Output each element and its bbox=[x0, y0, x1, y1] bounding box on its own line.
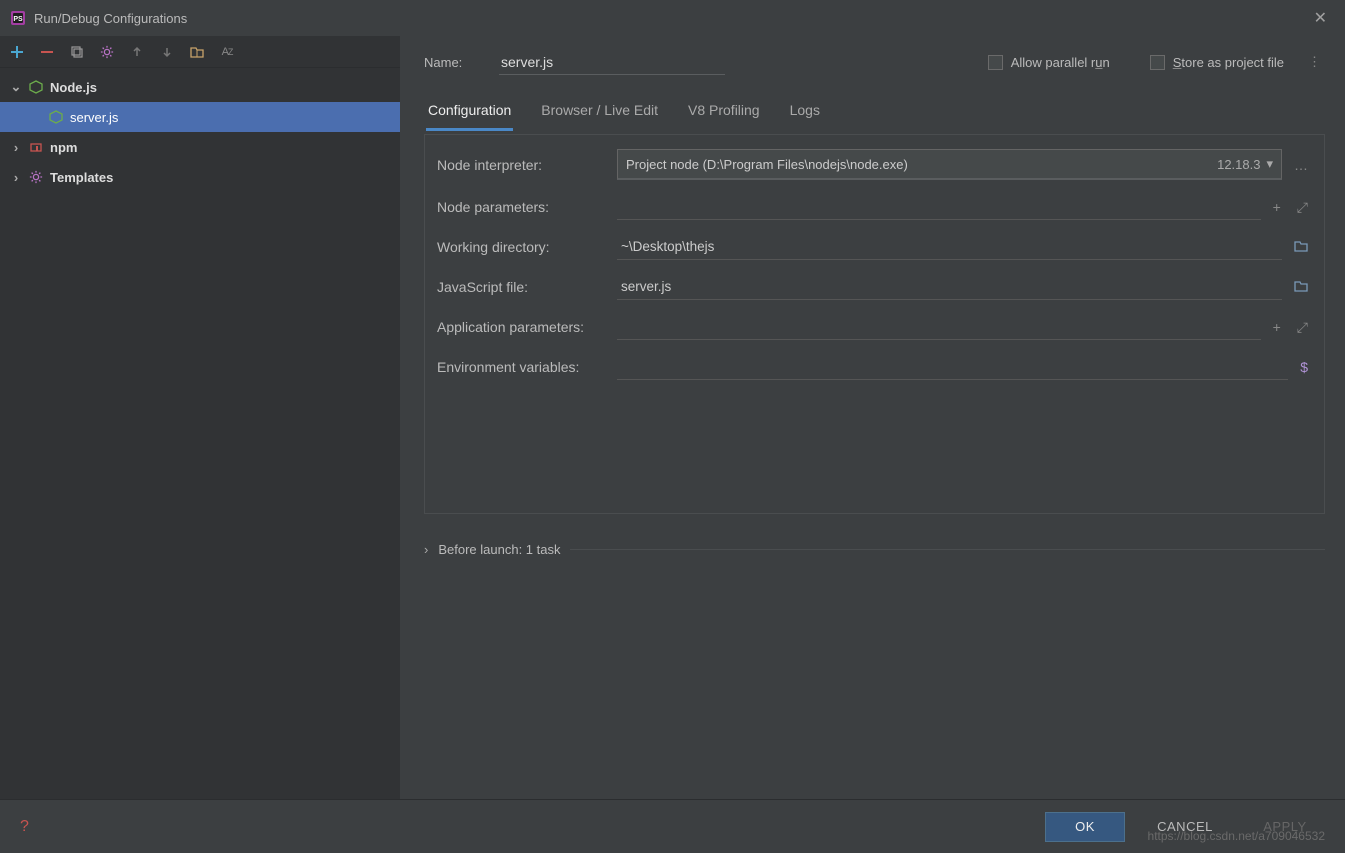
interpreter-label: Node interpreter: bbox=[437, 157, 617, 173]
browse-folder-icon[interactable] bbox=[1290, 237, 1312, 257]
add-param-icon[interactable]: + bbox=[1269, 197, 1285, 217]
nodejs-icon bbox=[28, 79, 44, 95]
ok-button[interactable]: OK bbox=[1045, 812, 1125, 842]
interpreter-version: 12.18.3 bbox=[1217, 157, 1260, 172]
workdir-label: Working directory: bbox=[437, 239, 617, 255]
checkbox-icon bbox=[1150, 55, 1165, 70]
interpreter-select[interactable]: Project node (D:\Program Files\nodejs\no… bbox=[617, 149, 1282, 180]
tree-label-nodejs: Node.js bbox=[50, 80, 97, 95]
tab-configuration[interactable]: Configuration bbox=[426, 92, 513, 131]
apply-button[interactable]: APPLY bbox=[1245, 812, 1325, 842]
gear-icon[interactable] bbox=[98, 43, 116, 61]
chevron-down-icon: ⌄ bbox=[10, 79, 22, 95]
add-icon[interactable] bbox=[8, 43, 26, 61]
sidebar: AZ ⌄ Node.js server.js › npm › Templates bbox=[0, 36, 400, 799]
app-icon: PS bbox=[10, 10, 26, 26]
parameters-label: Node parameters: bbox=[437, 199, 617, 215]
move-down-icon[interactable] bbox=[158, 43, 176, 61]
browse-folder-icon[interactable] bbox=[1290, 277, 1312, 297]
footer: ? OK CANCEL APPLY bbox=[0, 799, 1345, 853]
appparams-label: Application parameters: bbox=[437, 319, 617, 335]
interpreter-value: Project node (D:\Program Files\nodejs\no… bbox=[626, 157, 908, 172]
jsfile-input[interactable] bbox=[617, 274, 1282, 300]
cancel-button[interactable]: CANCEL bbox=[1145, 812, 1225, 842]
chevron-right-icon: › bbox=[424, 542, 428, 557]
sidebar-toolbar: AZ bbox=[0, 36, 400, 68]
help-icon[interactable]: ? bbox=[20, 818, 29, 836]
allow-parallel-label: Allow parallel run bbox=[1011, 55, 1110, 70]
remove-icon[interactable] bbox=[38, 43, 56, 61]
workdir-input[interactable] bbox=[617, 234, 1282, 260]
folder-icon[interactable] bbox=[188, 43, 206, 61]
tree-node-nodejs[interactable]: ⌄ Node.js bbox=[0, 72, 400, 102]
envvars-label: Environment variables: bbox=[437, 359, 617, 375]
tree-label-serverjs: server.js bbox=[70, 110, 118, 125]
npm-icon bbox=[28, 139, 44, 155]
expand-icon[interactable]: ⤢ bbox=[1293, 317, 1312, 338]
tab-browser[interactable]: Browser / Live Edit bbox=[539, 92, 660, 131]
copy-icon[interactable] bbox=[68, 43, 86, 61]
window-title: Run/Debug Configurations bbox=[34, 11, 187, 26]
add-param-icon[interactable]: + bbox=[1269, 317, 1285, 337]
more-options-icon[interactable]: ⋮ bbox=[1304, 50, 1325, 74]
tab-logs[interactable]: Logs bbox=[788, 92, 822, 131]
close-icon[interactable]: ✕ bbox=[1306, 4, 1335, 32]
divider bbox=[570, 549, 1325, 550]
svg-text:PS: PS bbox=[13, 16, 23, 23]
name-input[interactable] bbox=[499, 50, 725, 75]
gear-icon bbox=[28, 169, 44, 185]
allow-parallel-checkbox[interactable]: Allow parallel run bbox=[988, 55, 1110, 70]
name-label: Name: bbox=[424, 55, 479, 70]
browse-interpreter-icon[interactable]: … bbox=[1290, 155, 1312, 175]
dropdown-icon: ▾ bbox=[1266, 156, 1273, 172]
envvars-dollar-icon[interactable]: $ bbox=[1296, 357, 1312, 377]
store-project-checkbox[interactable]: Store as project file bbox=[1150, 55, 1284, 70]
chevron-right-icon: › bbox=[10, 170, 22, 185]
move-up-icon[interactable] bbox=[128, 43, 146, 61]
checkbox-icon bbox=[988, 55, 1003, 70]
titlebar: PS Run/Debug Configurations ✕ bbox=[0, 0, 1345, 36]
config-panel: Node interpreter: Project node (D:\Progr… bbox=[424, 134, 1325, 514]
jsfile-label: JavaScript file: bbox=[437, 279, 617, 295]
nodejs-icon bbox=[48, 109, 64, 125]
before-launch-section[interactable]: › Before launch: 1 task bbox=[424, 542, 1325, 557]
tree-label-templates: Templates bbox=[50, 170, 113, 185]
tree-node-npm[interactable]: › npm bbox=[0, 132, 400, 162]
parameters-input[interactable] bbox=[617, 194, 1261, 220]
config-tree: ⌄ Node.js server.js › npm › Templates bbox=[0, 68, 400, 799]
tree-node-templates[interactable]: › Templates bbox=[0, 162, 400, 192]
tree-label-npm: npm bbox=[50, 140, 77, 155]
tab-v8[interactable]: V8 Profiling bbox=[686, 92, 762, 131]
sort-az-icon[interactable]: AZ bbox=[218, 43, 236, 61]
before-launch-label: Before launch: 1 task bbox=[438, 542, 560, 557]
expand-icon[interactable]: ⤢ bbox=[1293, 197, 1312, 218]
chevron-right-icon: › bbox=[10, 140, 22, 155]
tab-bar: Configuration Browser / Live Edit V8 Pro… bbox=[424, 88, 1325, 132]
tree-node-serverjs[interactable]: server.js bbox=[0, 102, 400, 132]
envvars-input[interactable] bbox=[617, 354, 1288, 380]
main-panel: Name: Allow parallel run Store as projec… bbox=[400, 36, 1345, 799]
appparams-input[interactable] bbox=[617, 314, 1261, 340]
store-project-label: Store as project file bbox=[1173, 55, 1284, 70]
